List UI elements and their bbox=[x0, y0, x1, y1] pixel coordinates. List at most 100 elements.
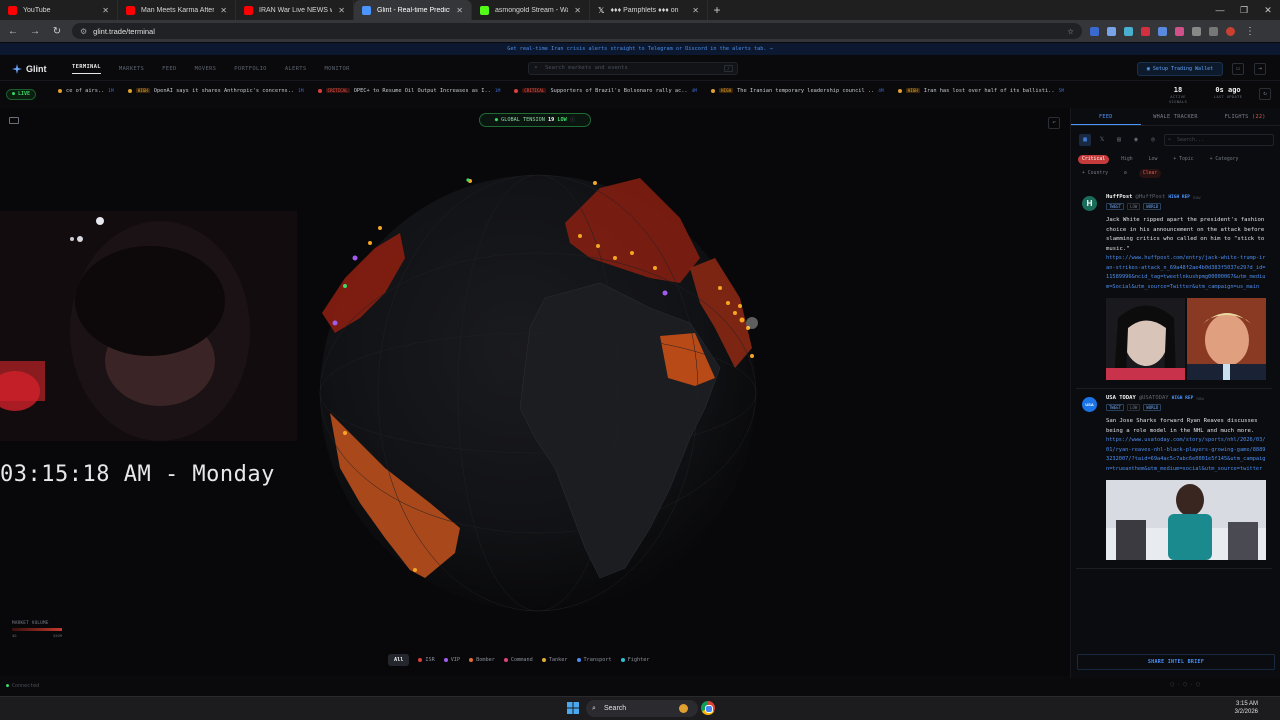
extension-icon[interactable] bbox=[1192, 26, 1201, 36]
share-intel-brief-button[interactable]: SHARE INTEL BRIEF bbox=[1077, 654, 1275, 670]
post-image[interactable] bbox=[1106, 480, 1266, 560]
filter-all-button[interactable]: All bbox=[388, 653, 410, 666]
close-tab-icon[interactable]: ✕ bbox=[692, 6, 699, 15]
close-tab-icon[interactable]: ✕ bbox=[220, 6, 227, 15]
chrome-icon[interactable] bbox=[701, 701, 715, 715]
filter-clear[interactable]: Clear bbox=[1138, 169, 1162, 178]
event-marker[interactable] bbox=[733, 311, 737, 315]
close-tab-icon[interactable]: ✕ bbox=[338, 6, 345, 15]
ticker-item[interactable]: CRITICAL Supporters of Brazil's Bolsonaro… bbox=[514, 88, 697, 94]
event-marker[interactable] bbox=[662, 290, 668, 296]
event-marker[interactable] bbox=[378, 226, 382, 230]
feed-list[interactable]: H HuffPost @HuffPost HIGH REP now TWEET … bbox=[1076, 188, 1272, 655]
windows-start-icon[interactable] bbox=[567, 702, 579, 714]
event-marker[interactable] bbox=[726, 301, 730, 305]
site-info-icon[interactable]: ⚙ bbox=[80, 27, 87, 36]
feed-post[interactable]: USA USA TODAY @USATODAY HIGH REP now TWE… bbox=[1076, 389, 1272, 569]
x-source-icon[interactable]: 𝕏 bbox=[1096, 134, 1108, 146]
extension-icon[interactable] bbox=[1124, 26, 1133, 36]
post-link[interactable]: https://www.usatoday.com/story/sports/nh… bbox=[1106, 436, 1268, 474]
market-search-input[interactable]: ⌕ Search markets and events / bbox=[528, 62, 738, 75]
close-tab-icon[interactable]: ✕ bbox=[456, 6, 463, 15]
nav-portfolio[interactable]: PORTFOLIO bbox=[234, 66, 267, 72]
ticker-item[interactable]: HIGH OpenAI says it shares Anthropic's co… bbox=[127, 88, 304, 94]
filter-country[interactable]: + Country bbox=[1078, 169, 1112, 178]
filter-bomber-button[interactable]: Bomber bbox=[469, 657, 495, 663]
address-bar[interactable]: ⚙ glint.trade/terminal ☆ bbox=[72, 23, 1082, 39]
eye-icon[interactable]: ◎ bbox=[1147, 134, 1159, 146]
feed-search-input[interactable]: ⌕ Search... bbox=[1164, 133, 1274, 146]
bookmark-star-icon[interactable]: ☆ bbox=[1067, 27, 1074, 36]
ticker-item[interactable]: HIGH The Iranian temporary leadership cou… bbox=[711, 88, 884, 94]
filter-tanker-button[interactable]: Tanker bbox=[541, 657, 568, 663]
filter-settings-icon[interactable]: ⚙ bbox=[1120, 169, 1131, 178]
event-marker[interactable] bbox=[578, 234, 582, 238]
extension-icon[interactable] bbox=[1090, 26, 1099, 36]
event-marker[interactable] bbox=[413, 568, 417, 572]
nav-movers[interactable]: MOVERS bbox=[195, 66, 217, 72]
close-window-icon[interactable]: ✕ bbox=[1256, 0, 1280, 20]
filter-low[interactable]: Low bbox=[1145, 155, 1162, 164]
maximize-icon[interactable]: ❐ bbox=[1232, 0, 1256, 20]
browser-tab-active[interactable]: Glint - Real-time Prediction Ma ✕ bbox=[354, 0, 472, 20]
event-marker[interactable] bbox=[368, 241, 372, 245]
event-marker[interactable] bbox=[739, 317, 745, 323]
nav-alerts[interactable]: ALERTS bbox=[285, 66, 307, 72]
grid-icon[interactable]: ▦ bbox=[1079, 133, 1091, 146]
extension-icon[interactable] bbox=[1141, 26, 1150, 36]
event-marker[interactable] bbox=[466, 178, 470, 182]
extensions-puzzle-icon[interactable] bbox=[1209, 26, 1218, 36]
event-marker[interactable] bbox=[593, 181, 597, 185]
filter-critical[interactable]: Critical bbox=[1078, 155, 1110, 164]
back-icon[interactable]: ← bbox=[6, 26, 20, 37]
announcement-banner[interactable]: Get real-time Iran crisis alerts straigh… bbox=[0, 43, 1280, 55]
info-icon[interactable]: ⓘ bbox=[570, 117, 575, 123]
reset-view-icon[interactable]: ↶ bbox=[1048, 117, 1060, 129]
nav-feed[interactable]: FEED bbox=[162, 66, 176, 72]
extension-icon[interactable] bbox=[1107, 26, 1116, 36]
event-marker[interactable] bbox=[332, 320, 338, 326]
filter-transport-button[interactable]: Transport bbox=[576, 657, 612, 663]
tab-flights[interactable]: FLIGHTS (22) bbox=[1210, 108, 1280, 125]
filter-high[interactable]: High bbox=[1117, 155, 1137, 164]
post-images[interactable] bbox=[1106, 480, 1268, 560]
browser-tab[interactable]: IRAN War Live NEWS with Chi ✕ bbox=[236, 0, 354, 20]
browser-tab[interactable]: YouTube ✕ bbox=[0, 0, 118, 20]
post-image[interactable] bbox=[1187, 298, 1266, 380]
nav-markets[interactable]: MARKETS bbox=[119, 66, 144, 72]
new-tab-button[interactable]: + bbox=[708, 0, 726, 20]
browser-tab[interactable]: Man Meets Karma After Escapi ✕ bbox=[118, 0, 236, 20]
event-marker[interactable] bbox=[352, 255, 358, 261]
event-marker[interactable] bbox=[630, 251, 634, 255]
filter-isr-button[interactable]: ISR bbox=[418, 657, 435, 663]
reddit-icon[interactable]: ◉ bbox=[1130, 134, 1142, 146]
close-tab-icon[interactable]: ✕ bbox=[102, 6, 109, 15]
filter-vip-button[interactable]: VIP bbox=[443, 657, 460, 663]
setup-wallet-button[interactable]: ▣ Setup Trading Wallet bbox=[1137, 62, 1223, 76]
menu-icon[interactable]: ⋮ bbox=[1243, 26, 1257, 37]
event-marker[interactable] bbox=[343, 431, 347, 435]
event-marker[interactable] bbox=[596, 244, 600, 248]
tab-feed[interactable]: FEED bbox=[1071, 108, 1141, 125]
minimize-icon[interactable]: — bbox=[1208, 0, 1232, 20]
ticker-item[interactable]: CRITICAL OPEC+ to Resume Oil Output Incre… bbox=[317, 88, 500, 94]
news-icon[interactable]: ▤ bbox=[1113, 134, 1125, 146]
event-marker[interactable] bbox=[750, 354, 754, 358]
tab-whale-tracker[interactable]: WHALE TRACKER bbox=[1141, 108, 1211, 125]
ticker-item[interactable]: ce of airs.. 1M bbox=[58, 88, 114, 94]
layout-icon[interactable]: ▭ bbox=[1232, 63, 1244, 75]
event-marker[interactable] bbox=[653, 266, 657, 270]
feed-post[interactable]: H HuffPost @HuffPost HIGH REP now TWEET … bbox=[1076, 188, 1272, 389]
ticker-item[interactable]: HIGH Iran has lost over half of its balli… bbox=[897, 88, 1064, 94]
post-link[interactable]: https://www.huffpost.com/entry/jack-whit… bbox=[1106, 254, 1268, 292]
close-tab-icon[interactable]: ✕ bbox=[574, 6, 581, 15]
forward-icon[interactable]: → bbox=[28, 26, 42, 37]
refresh-icon[interactable]: ↻ bbox=[1259, 88, 1271, 100]
event-marker[interactable] bbox=[343, 284, 347, 288]
profile-avatar[interactable] bbox=[1226, 26, 1235, 36]
reload-icon[interactable]: ↻ bbox=[50, 26, 64, 37]
logout-icon[interactable]: ⇥ bbox=[1254, 63, 1266, 75]
post-image[interactable] bbox=[1106, 298, 1185, 380]
browser-tab[interactable]: asmongold Stream - Watch Liv ✕ bbox=[472, 0, 590, 20]
event-marker[interactable] bbox=[738, 304, 742, 308]
